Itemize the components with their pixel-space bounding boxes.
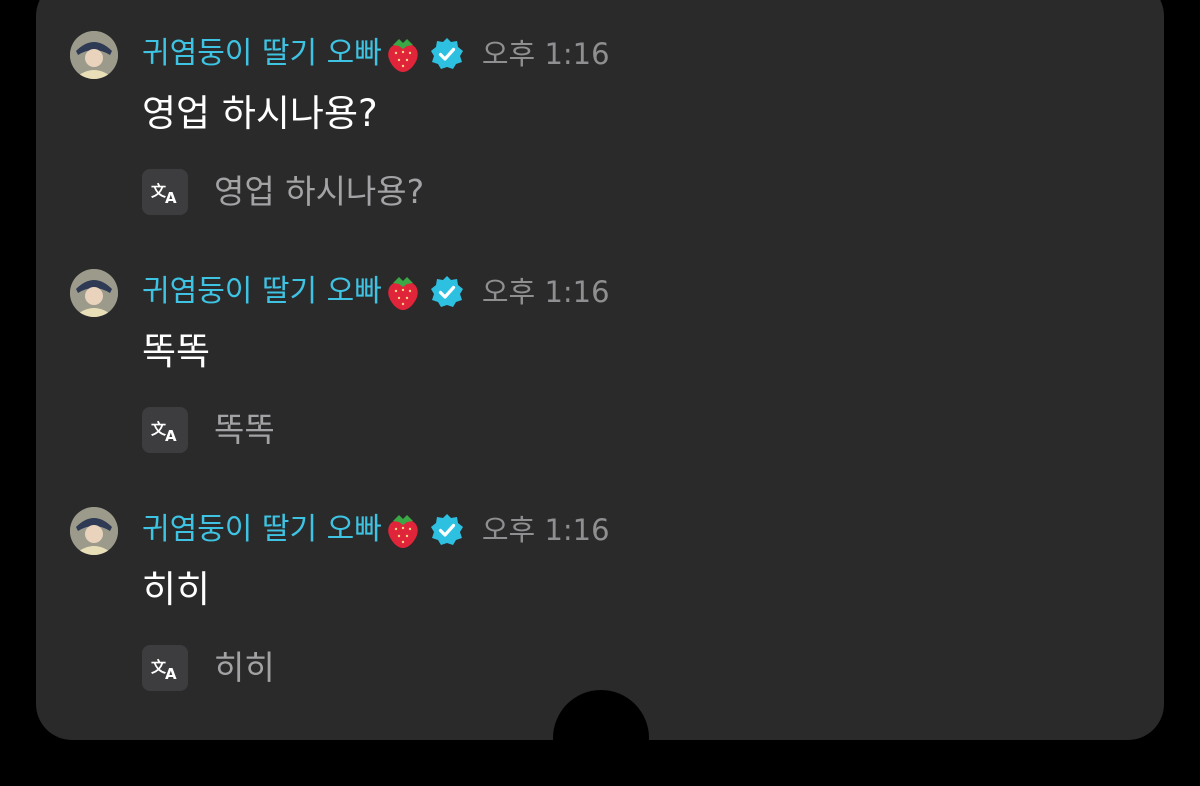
message-timestamp: 오후 1:16: [481, 37, 610, 71]
translate-icon[interactable]: 文 A: [142, 407, 188, 453]
message-timestamp: 오후 1:16: [481, 275, 610, 309]
avatar-image: [70, 31, 118, 79]
strawberry-emoji-icon: [384, 510, 422, 550]
sender-name[interactable]: 귀염둥이 딸기 오빠: [142, 32, 382, 76]
svg-text:A: A: [165, 427, 177, 443]
svg-text:A: A: [165, 189, 177, 205]
avatar-image: [70, 507, 118, 555]
translation-row: 文 A 히히: [142, 644, 275, 692]
message-header: 귀염둥이 딸기 오빠 오후 1:16: [142, 508, 610, 552]
translate-icon[interactable]: 文 A: [142, 169, 188, 215]
translation-text: 히히: [214, 648, 275, 687]
svg-text:A: A: [165, 665, 177, 681]
message-text: 히히: [142, 568, 211, 611]
verified-badge-icon: [430, 275, 464, 309]
message-header: 귀염둥이 딸기 오빠 오후 1:16: [142, 32, 610, 76]
translation-text: 똑똑: [214, 410, 275, 449]
translation-row: 文 A 영업 하시나용?: [142, 168, 424, 216]
chat-message: 귀염둥이 딸기 오빠 오후 1:16 히히 文 A 히히: [36, 476, 1164, 714]
sender-name[interactable]: 귀염둥이 딸기 오빠: [142, 270, 382, 314]
message-header: 귀염둥이 딸기 오빠 오후 1:16: [142, 270, 610, 314]
message-text: 영업 하시나용?: [142, 92, 378, 135]
translate-icon[interactable]: 文 A: [142, 645, 188, 691]
avatar-image: [70, 269, 118, 317]
chat-message: 귀염둥이 딸기 오빠 오후 1:16 영업 하시나용? 文 A 영업 하시나용?: [36, 0, 1164, 238]
translation-text: 영업 하시나용?: [214, 172, 425, 211]
strawberry-emoji-icon: [384, 272, 422, 312]
chat-message: 귀염둥이 딸기 오빠 오후 1:16 똑똑 文 A 똑똑: [36, 238, 1164, 476]
strawberry-emoji-icon: [384, 34, 422, 74]
avatar[interactable]: [70, 507, 118, 555]
scroll-down-button[interactable]: [553, 690, 649, 786]
translation-row: 文 A 똑똑: [142, 406, 275, 454]
avatar[interactable]: [70, 269, 118, 317]
sender-name[interactable]: 귀염둥이 딸기 오빠: [142, 508, 382, 552]
message-text: 똑똑: [142, 330, 211, 373]
verified-badge-icon: [430, 37, 464, 71]
avatar[interactable]: [70, 31, 118, 79]
message-timestamp: 오후 1:16: [481, 513, 610, 547]
verified-badge-icon: [430, 513, 464, 547]
